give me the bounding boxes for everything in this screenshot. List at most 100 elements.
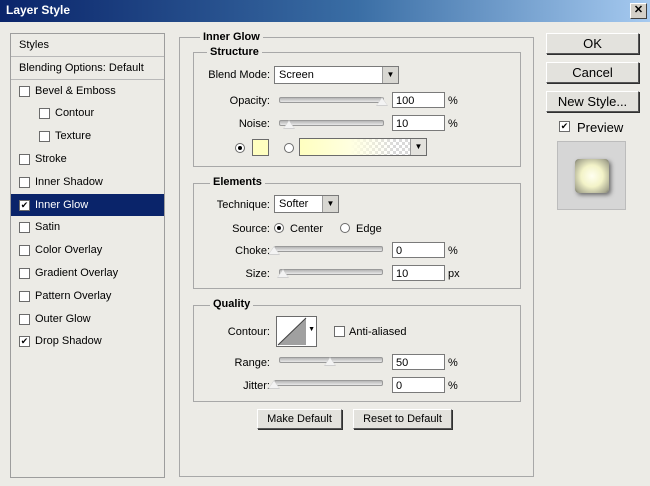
source-edge-label: Edge xyxy=(356,223,382,235)
jitter-slider-thumb[interactable] xyxy=(268,380,280,389)
size-unit: px xyxy=(448,268,460,280)
opacity-label: Opacity: xyxy=(229,95,270,107)
style-list-label: Bevel & Emboss xyxy=(35,84,116,97)
chevron-down-icon: ▼ xyxy=(382,67,398,83)
source-edge-radio[interactable] xyxy=(340,223,350,233)
style-list-item[interactable]: Inner Shadow xyxy=(11,171,164,193)
noise-slider-thumb[interactable] xyxy=(283,120,296,129)
style-checkbox[interactable] xyxy=(19,154,30,165)
source-center-radio[interactable] xyxy=(274,223,284,233)
style-checkbox[interactable] xyxy=(19,176,30,188)
close-button[interactable]: ✕ xyxy=(630,3,647,19)
technique-value: Softer xyxy=(279,198,309,210)
anti-aliased-checkbox[interactable] xyxy=(334,326,345,337)
style-list-item[interactable]: Contour xyxy=(11,102,164,124)
style-checkbox[interactable] xyxy=(19,222,30,234)
style-list-item[interactable]: Bevel & Emboss xyxy=(11,80,164,102)
range-slider-thumb[interactable] xyxy=(324,357,336,366)
technique-select[interactable]: Softer ▼ xyxy=(274,195,339,213)
source-label: Source: xyxy=(232,223,270,235)
style-list-label: Contour xyxy=(55,107,95,120)
style-checkbox[interactable] xyxy=(39,108,50,120)
style-list-item[interactable]: Texture xyxy=(11,125,164,147)
choke-slider-thumb[interactable] xyxy=(268,246,280,255)
choke-label: Choke: xyxy=(235,245,270,257)
elements-title: Elements xyxy=(210,176,265,188)
make-default-button[interactable]: Make Default xyxy=(257,409,342,429)
jitter-slider-track[interactable] xyxy=(274,380,383,386)
style-preview-thumbnail xyxy=(557,141,626,210)
contour-curve-icon xyxy=(277,317,307,346)
cancel-button[interactable]: Cancel xyxy=(546,62,639,83)
gradient-radio[interactable] xyxy=(284,143,294,153)
style-list-item[interactable]: Gradient Overlay xyxy=(11,262,164,284)
style-list-label: Styles xyxy=(19,39,49,51)
style-checkbox[interactable] xyxy=(19,336,30,348)
style-list-item[interactable]: Color Overlay xyxy=(11,239,164,261)
blend-mode-value: Screen xyxy=(279,69,314,81)
range-unit: % xyxy=(448,357,458,369)
style-list-item[interactable]: Pattern Overlay xyxy=(11,285,164,307)
anti-aliased-label: Anti-aliased xyxy=(349,326,407,338)
contour-label: Contour: xyxy=(227,326,270,338)
style-list-label: Texture xyxy=(55,130,92,143)
new-style-button[interactable]: New Style... xyxy=(546,91,639,112)
opacity-slider-track[interactable] xyxy=(279,97,384,103)
style-checkbox[interactable] xyxy=(19,268,30,279)
jitter-label: Jitter: xyxy=(243,380,270,392)
glow-color-swatch[interactable] xyxy=(252,139,269,156)
preview-label: Preview xyxy=(577,120,624,135)
noise-input[interactable]: 10 xyxy=(392,115,445,131)
quality-title: Quality xyxy=(210,298,254,310)
style-checkbox[interactable] xyxy=(19,199,30,211)
style-list-item[interactable]: Drop Shadow xyxy=(11,330,164,352)
technique-label: Technique: xyxy=(216,199,270,211)
contour-picker[interactable]: ▼ xyxy=(276,316,317,347)
opacity-unit: % xyxy=(448,95,458,107)
style-list-item[interactable]: Styles xyxy=(11,34,164,57)
reset-to-default-button[interactable]: Reset to Default xyxy=(353,409,452,429)
structure-title: Structure xyxy=(207,46,262,58)
style-list-item[interactable]: Outer Glow xyxy=(11,308,164,330)
blend-mode-select[interactable]: Screen ▼ xyxy=(274,66,399,84)
noise-label: Noise: xyxy=(238,118,270,130)
style-list-label: Satin xyxy=(35,221,61,234)
style-checkbox[interactable] xyxy=(19,245,30,257)
jitter-input[interactable]: 0 xyxy=(392,377,445,393)
opacity-slider-thumb[interactable] xyxy=(376,97,388,106)
title-bar xyxy=(0,0,650,22)
gradient-select[interactable]: ▼ xyxy=(299,138,427,156)
style-checkbox[interactable] xyxy=(19,85,30,97)
style-list-item[interactable]: Inner Glow xyxy=(11,193,164,216)
size-slider-thumb[interactable] xyxy=(277,269,290,278)
styles-list: Styles Blending Options: Default Bevel & E… xyxy=(10,33,165,478)
style-list-item[interactable]: Stroke xyxy=(11,148,164,170)
range-input[interactable]: 50 xyxy=(392,354,445,370)
choke-slider-track[interactable] xyxy=(274,246,383,252)
style-checkbox[interactable] xyxy=(39,131,50,143)
preview-swatch xyxy=(575,159,609,193)
style-list-label: Inner Glow xyxy=(35,198,89,211)
style-list-item[interactable]: Blending Options: Default xyxy=(11,57,164,80)
jitter-unit: % xyxy=(448,380,458,392)
size-input[interactable]: 10 xyxy=(392,265,445,281)
style-checkbox[interactable] xyxy=(19,313,30,325)
size-slider-track[interactable] xyxy=(279,269,383,275)
opacity-input[interactable]: 100 xyxy=(392,92,445,108)
ok-button[interactable]: OK xyxy=(546,33,639,54)
style-list-label: Color Overlay xyxy=(35,244,103,257)
style-checkbox[interactable] xyxy=(19,290,30,302)
choke-input[interactable]: 0 xyxy=(392,242,445,258)
blend-mode-label: Blend Mode: xyxy=(208,69,270,81)
style-list-item[interactable]: Satin xyxy=(11,216,164,238)
range-label: Range: xyxy=(234,357,270,369)
solid-color-radio[interactable] xyxy=(235,143,245,153)
chevron-down-icon: ▼ xyxy=(410,139,426,155)
style-list-label: Drop Shadow xyxy=(35,335,102,348)
style-list-label: Inner Shadow xyxy=(35,175,103,188)
chevron-down-icon: ▼ xyxy=(322,196,338,212)
window-title: Layer Style xyxy=(6,3,71,17)
style-list-label: Stroke xyxy=(35,153,67,165)
preview-checkbox[interactable] xyxy=(559,121,570,132)
inner-glow-title: Inner Glow xyxy=(200,31,263,43)
